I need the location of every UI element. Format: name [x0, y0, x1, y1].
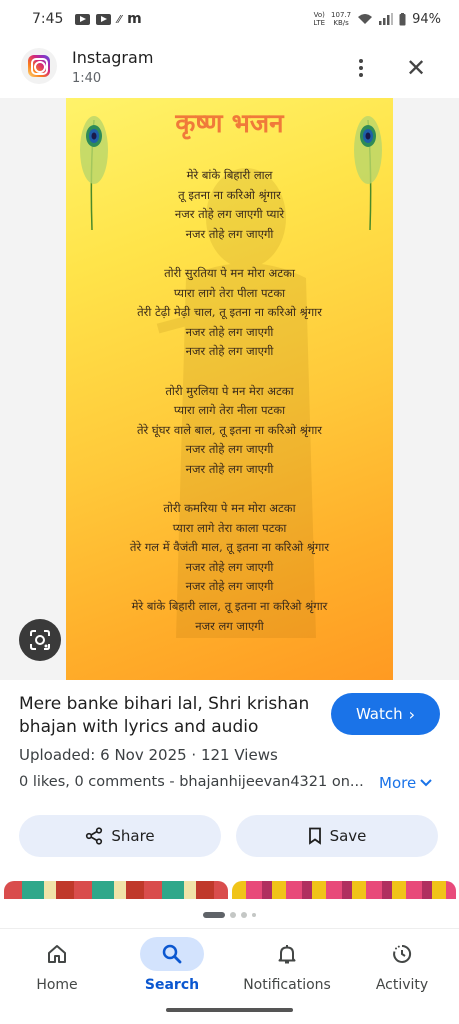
- close-button[interactable]: ✕: [402, 54, 430, 82]
- lyric-line: नजर तोहे लग जाएगी: [185, 579, 274, 594]
- share-label: Share: [111, 827, 155, 845]
- battery-icon: [399, 12, 406, 25]
- lyric-line: तेरे गल में वैजंती माल, तू इतना ना करिओ …: [129, 540, 330, 555]
- nav-activity-label: Activity: [375, 977, 429, 993]
- status-time: 7:45: [32, 11, 64, 27]
- slash-icon: ⁄⁄: [117, 12, 122, 26]
- bell-icon: [278, 945, 296, 964]
- lyric-line: मेरे बांके बिहारी लाल: [186, 168, 273, 182]
- lyric-line: नजर तोहे लग जाएगी: [185, 344, 274, 359]
- more-options-button[interactable]: [352, 54, 370, 82]
- stanza-gap: [66, 480, 393, 500]
- wifi-icon: [358, 14, 373, 24]
- bookmark-icon: [308, 827, 321, 845]
- nav-notifications[interactable]: Notifications: [230, 929, 344, 999]
- video-duration: 1:40: [72, 71, 102, 86]
- lyric-line: प्यारा लागे तेरा नीला पटका: [173, 403, 286, 418]
- status-bar: 7:45 ⁄⁄ m Vo) LTE 107.7 KB/s 94%: [0, 0, 459, 38]
- search-icon: [162, 944, 182, 964]
- nav-search-label: Search: [144, 977, 200, 993]
- lyric-line: तेरे घूंघर वाले बाल, तू इतना ना करिओ श्र…: [136, 422, 323, 437]
- instagram-icon: [28, 55, 50, 77]
- stanza-gap: [66, 244, 393, 264]
- source-app-name: Instagram: [72, 48, 154, 67]
- lyric-line: नजर तोहे लग जाएगी: [185, 559, 274, 574]
- related-thumbnail[interactable]: [4, 881, 228, 899]
- nav-activity[interactable]: Activity: [345, 929, 459, 999]
- notification-icons: ⁄⁄ m: [75, 11, 142, 27]
- status-right: Vo) LTE 107.7 KB/s 94%: [313, 11, 441, 27]
- lyric-line: नजर लग जाएगी: [195, 618, 264, 633]
- lyric-line: तोरी मुरलिया पे मन मेरा अटका: [165, 383, 294, 398]
- activity-icon: [393, 944, 412, 963]
- stanza-gap: [66, 362, 393, 382]
- dot: [359, 73, 363, 77]
- lens-search-button[interactable]: [19, 619, 61, 661]
- share-icon: [86, 827, 103, 845]
- bottom-nav: Home Search Notifications Activity: [0, 928, 459, 1006]
- lens-icon: [30, 630, 50, 650]
- chevron-right-icon: ›: [408, 704, 416, 724]
- save-button[interactable]: Save: [236, 815, 438, 857]
- image-preview[interactable]: कृष्ण भजन मेरे बांके बिहारी लाल तू इतना न…: [0, 98, 459, 680]
- save-label: Save: [329, 827, 367, 845]
- battery-level: 94%: [412, 11, 441, 27]
- lyric-line: नजर तोहे लग जाएगी: [185, 324, 274, 339]
- lyric-line: तू इतना ना करिओ श्रृंगार: [178, 187, 281, 202]
- bhajan-title: कृष्ण भजन: [175, 109, 284, 139]
- nav-search[interactable]: Search: [115, 929, 229, 999]
- youtube-icon: [75, 13, 91, 25]
- home-indicator: [166, 1008, 293, 1012]
- nav-home[interactable]: Home: [0, 929, 114, 999]
- nav-home-label: Home: [36, 977, 78, 993]
- m-icon: m: [127, 11, 142, 27]
- instagram-logo[interactable]: [21, 48, 57, 84]
- lyric-line: तोरी कमरिया पे मन मोरा अटका: [163, 501, 296, 516]
- home-icon: [48, 945, 66, 963]
- lyric-line: प्यारा लागे तेरा काला पटका: [172, 520, 287, 535]
- nav-notifications-label: Notifications: [243, 977, 331, 993]
- close-icon: ✕: [405, 54, 427, 82]
- network-speed: 107.7 KB/s: [331, 11, 352, 27]
- dot: [359, 59, 363, 63]
- upload-meta: Uploaded: 6 Nov 2025 · 121 Views: [19, 746, 278, 764]
- more-label: More: [379, 774, 417, 792]
- lyric-line: नजर तोहे लग जाएगी प्यारे: [174, 207, 285, 222]
- more-link[interactable]: More: [379, 774, 432, 792]
- signal-icon: [379, 13, 394, 25]
- lyric-line: प्यारा लागे तेरा पीला पटका: [173, 285, 286, 300]
- watch-button[interactable]: Watch ›: [331, 693, 440, 735]
- page-dot: [252, 913, 256, 917]
- bhajan-image: कृष्ण भजन मेरे बांके बिहारी लाल तू इतना न…: [66, 98, 393, 680]
- bhajan-lyrics: मेरे बांके बिहारी लाल तू इतना ना करिओ श्र…: [66, 166, 393, 636]
- video-title: Mere banke bihari lal, Shri krishan bhaj…: [19, 694, 310, 737]
- page-indicator: [0, 912, 459, 918]
- lyric-line: नजर तोहे लग जाएगी: [185, 461, 274, 476]
- lyric-line: नजर तोहे लग जाएगी: [185, 226, 274, 241]
- related-thumbnail[interactable]: [232, 881, 456, 899]
- dot: [359, 66, 363, 70]
- share-button[interactable]: Share: [19, 815, 221, 857]
- page-dot: [230, 912, 236, 918]
- page-dot-active: [203, 912, 225, 918]
- video-description: 0 likes, 0 comments - bhajanhijeevan4321…: [19, 774, 364, 790]
- lyric-line: तेरी टेढ़ी मेढ़ी चाल, तू इतना ना करिओ श्…: [137, 305, 322, 320]
- lyric-line: तोरी सुरतिया पे मन मोरा अटका: [164, 265, 295, 280]
- volte-icon: Vo) LTE: [313, 11, 326, 27]
- chevron-down-icon: [420, 779, 432, 787]
- watch-label: Watch: [355, 705, 403, 723]
- lyric-line: मेरे बांके बिहारी लाल, तू इतना ना करिओ श…: [131, 599, 328, 614]
- page-dot: [241, 912, 247, 918]
- youtube-icon: [96, 13, 112, 25]
- lyric-line: नजर तोहे लग जाएगी: [185, 442, 274, 457]
- app-header: Instagram 1:40 ✕: [0, 42, 459, 94]
